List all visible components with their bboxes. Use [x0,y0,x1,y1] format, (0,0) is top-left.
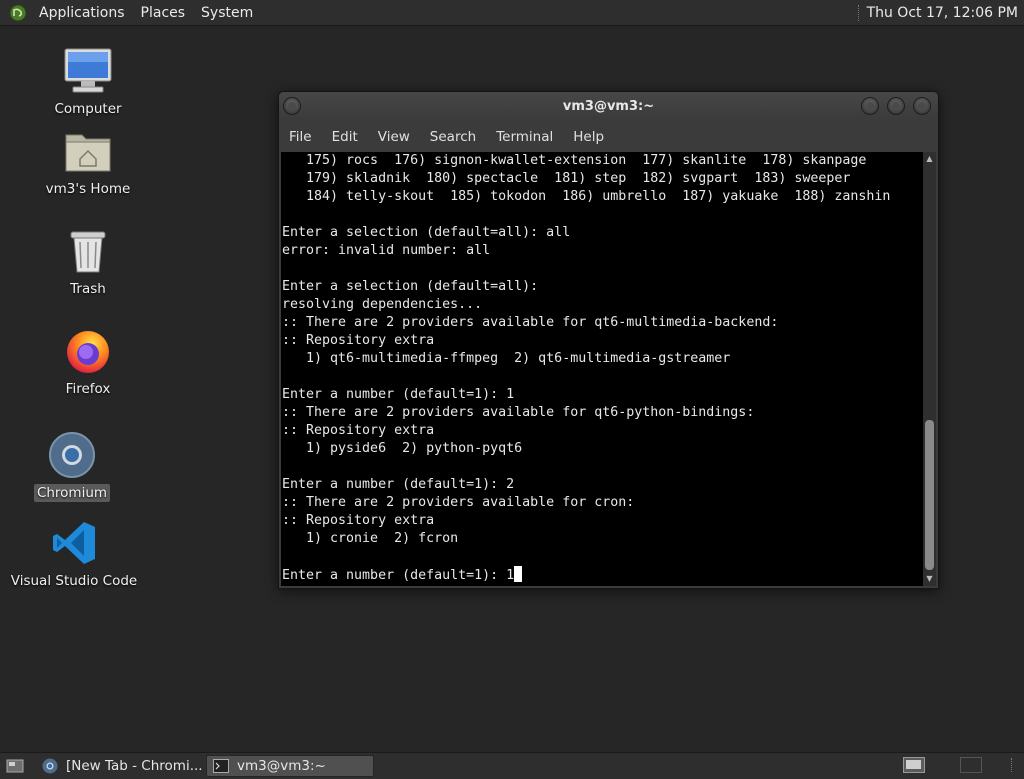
desktop-icon-label: Computer [54,101,122,117]
terminal-line: :: Repository extra [282,333,435,348]
terminal-line: resolving dependencies... [282,297,483,312]
desktop-icon-label: Trash [70,281,106,297]
firefox-icon [63,326,113,376]
chromium-icon [42,758,58,774]
terminal-line: 175) rocs 176) signon-kwallet-extension … [282,153,867,168]
maximize-button[interactable] [887,97,905,115]
terminal-line: :: There are 2 providers available for q… [282,405,755,420]
desktop-icon-trash[interactable]: Trash [23,226,153,298]
taskbar-item-label: [New Tab - Chromi... [66,758,202,774]
terminal-menubar: File Edit View Search Terminal Help [279,124,938,150]
menu-file[interactable]: File [279,129,322,145]
terminal-line: Enter a selection (default=all): [282,279,539,294]
mate-menu-icon[interactable] [9,4,27,22]
terminal-line: Enter a number (default=1): 1 [282,387,515,402]
show-desktop-icon[interactable] [6,758,26,774]
terminal-line: 1) pyside6 2) python-pyqt6 [282,441,523,456]
terminal-line: 184) telly-skout 185) tokodon 186) umbre… [282,189,891,204]
applications-menu[interactable]: Applications [31,5,133,21]
menu-edit[interactable]: Edit [322,129,368,145]
desktop-icon-computer[interactable]: Computer [23,46,153,118]
minimize-button[interactable] [861,97,879,115]
menu-view[interactable]: View [368,129,420,145]
desktop-icon-firefox[interactable]: Firefox [23,326,153,398]
terminal-line: :: There are 2 providers available for q… [282,315,779,330]
panel-separator [1011,758,1012,772]
menu-search[interactable]: Search [420,129,486,145]
scroll-down-icon[interactable]: ▼ [925,574,934,583]
taskbar-item-chromium[interactable]: [New Tab - Chromi... [36,755,202,777]
terminal-text: 175) rocs 176) signon-kwallet-extension … [281,152,923,585]
terminal-prompt: Enter a number (default=1): [282,568,507,583]
taskbar-item-terminal[interactable]: vm3@vm3:~ [206,755,374,777]
terminal-line: error: invalid number: all [282,243,491,258]
desktop-icon-home[interactable]: vm3's Home [23,126,153,198]
workspace-2[interactable] [960,757,982,773]
terminal-line: 1) qt6-multimedia-ffmpeg 2) qt6-multimed… [282,351,731,366]
scroll-up-icon[interactable]: ▲ [925,154,934,163]
system-menu[interactable]: System [193,5,261,21]
menu-terminal[interactable]: Terminal [486,129,563,145]
terminal-line: Enter a selection (default=all): all [282,225,571,240]
terminal-line: Enter a number (default=1): 2 [282,477,515,492]
computer-icon [63,46,113,96]
trash-icon [63,226,113,276]
desktop-icon-label: Firefox [65,381,111,397]
panel-separator [857,4,861,21]
window-title: vm3@vm3:~ [562,99,655,114]
vscode-icon [49,518,99,568]
bottom-panel: [New Tab - Chromi... vm3@vm3:~ [0,752,1024,779]
terminal-scrollbar[interactable]: ▲ ▼ [923,152,936,586]
terminal-line: 1) cronie 2) fcron [282,531,459,546]
desktop-icon-label: Chromium [33,484,111,502]
workspace-1[interactable] [903,757,925,773]
desktop-icon-vscode[interactable]: Visual Studio Code [9,518,139,590]
chromium-icon [47,430,97,480]
desktop-icon-chromium[interactable]: Chromium [7,430,137,502]
window-titlebar[interactable]: vm3@vm3:~ [279,92,938,122]
terminal-line: :: There are 2 providers available for c… [282,495,635,510]
terminal-line: :: Repository extra [282,513,435,528]
desktop-icon-label: Visual Studio Code [10,573,138,589]
terminal-window[interactable]: vm3@vm3:~ File Edit View Search Terminal… [278,91,939,589]
terminal-icon [213,759,229,773]
terminal-line: :: Repository extra [282,423,435,438]
close-button[interactable] [913,97,931,115]
menu-help[interactable]: Help [563,129,614,145]
desktop-icon-label: vm3's Home [45,181,131,197]
top-panel: Applications Places System Thu Oct 17, 1… [0,0,1024,26]
places-menu[interactable]: Places [133,5,194,21]
clock[interactable]: Thu Oct 17, 12:06 PM [867,5,1024,21]
taskbar-item-label: vm3@vm3:~ [237,758,326,774]
terminal-input[interactable]: 1 [506,568,514,583]
text-cursor [514,566,523,582]
terminal-line: 179) skladnik 180) spectacle 181) step 1… [282,171,851,186]
scrollbar-thumb[interactable] [925,420,934,570]
home-folder-icon [63,126,113,176]
terminal-output[interactable]: 175) rocs 176) signon-kwallet-extension … [281,152,923,586]
